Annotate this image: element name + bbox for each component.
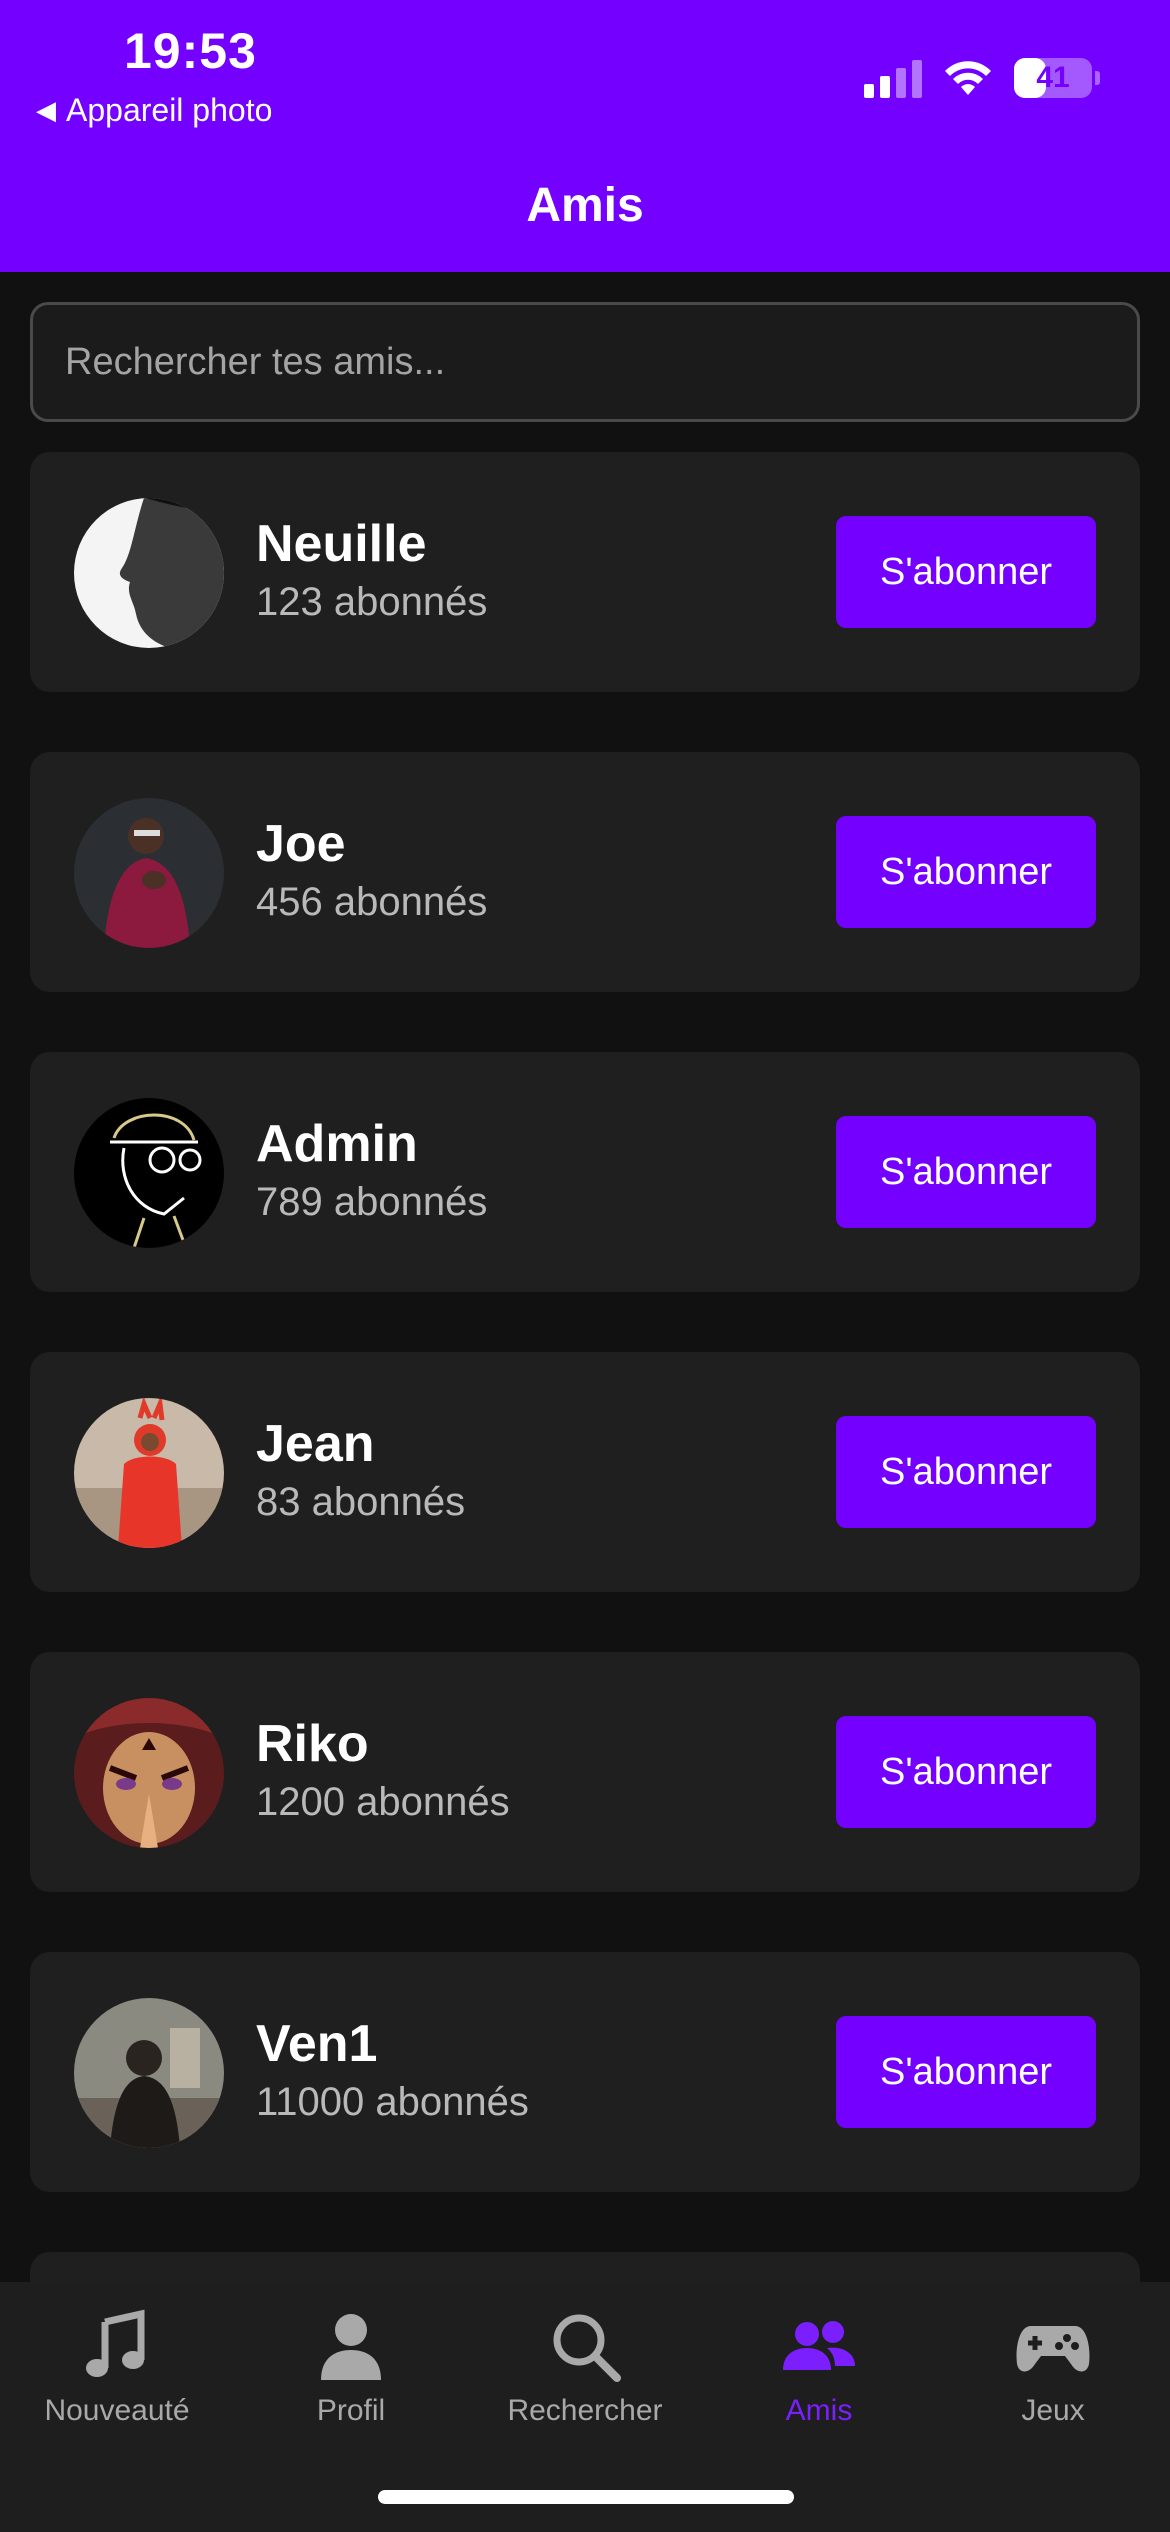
gamepad-icon xyxy=(1016,2326,1090,2372)
battery-icon: 41 xyxy=(1014,58,1100,98)
friend-card[interactable]: Joe 456 abonnés S'abonner xyxy=(30,752,1140,992)
friend-followers: 83 abonnés xyxy=(256,1480,466,1524)
follow-button[interactable]: S'abonner xyxy=(836,1116,1096,1228)
tab-label: Amis xyxy=(785,2394,853,2427)
person-icon xyxy=(321,2314,381,2380)
avatar xyxy=(74,1998,224,2148)
avatar xyxy=(74,798,224,948)
search-input[interactable] xyxy=(65,340,1137,384)
friend-card[interactable]: Riko 1200 abonnés S'abonner xyxy=(30,1652,1140,1892)
friend-card[interactable]: Jean 83 abonnés S'abonner xyxy=(30,1352,1140,1592)
avatar-image xyxy=(74,498,224,648)
avatar-image xyxy=(74,1398,224,1548)
tab-label: Jeux xyxy=(1021,2394,1085,2427)
wifi-icon xyxy=(945,61,991,95)
avatar xyxy=(74,1698,224,1848)
friend-name: Ven1 xyxy=(256,2015,378,2073)
tab-label: Nouveauté xyxy=(44,2394,190,2427)
follow-button[interactable]: S'abonner xyxy=(836,816,1096,928)
friend-card[interactable]: Neuille 123 abonnés S'abonner xyxy=(30,452,1140,692)
friend-list[interactable]: Neuille 123 abonnés S'abonner Joe 456 ab… xyxy=(30,452,1140,2282)
follow-button[interactable]: S'abonner xyxy=(836,1416,1096,1528)
cellular-signal-icon xyxy=(864,58,922,98)
back-triangle-icon: ◀ xyxy=(36,95,56,125)
search-bar[interactable] xyxy=(30,302,1140,422)
follow-button[interactable]: S'abonner xyxy=(836,2016,1096,2128)
back-link-label: Appareil photo xyxy=(66,92,273,128)
avatar-image xyxy=(74,1698,224,1848)
home-indicator[interactable] xyxy=(378,2490,794,2504)
friend-name: Neuille xyxy=(256,515,427,573)
avatar xyxy=(74,1398,224,1548)
friend-name: Admin xyxy=(256,1115,418,1173)
avatar-image xyxy=(74,1098,224,1248)
avatar-image xyxy=(74,1998,224,2148)
tab-amis[interactable]: Amis xyxy=(702,2298,936,2448)
friend-card[interactable]: Admin 789 abonnés S'abonner xyxy=(30,1052,1140,1292)
friend-name: Jean xyxy=(256,1415,375,1473)
search-icon xyxy=(553,2314,621,2382)
friends-icon xyxy=(783,2321,855,2370)
avatar-image xyxy=(74,798,224,948)
friend-followers: 11000 abonnés xyxy=(256,2080,529,2124)
back-to-camera-link[interactable]: ◀ Appareil photo xyxy=(36,92,272,129)
tab-nouveaute[interactable]: Nouveauté xyxy=(0,2298,234,2448)
header-bar: 19:53 ◀ Appareil photo 41 Amis xyxy=(0,0,1170,272)
avatar xyxy=(74,498,224,648)
music-note-icon xyxy=(86,2309,145,2377)
friend-card[interactable]: Ven1 11000 abonnés S'abonner xyxy=(30,1952,1140,2192)
status-time: 19:53 xyxy=(124,23,257,79)
status-icons: 41 xyxy=(864,56,1100,100)
friend-followers: 789 abonnés xyxy=(256,1180,488,1224)
follow-button[interactable]: S'abonner xyxy=(836,1716,1096,1828)
tab-rechercher[interactable]: Rechercher xyxy=(468,2298,702,2448)
friend-name: Riko xyxy=(256,1715,369,1773)
friend-followers: 456 abonnés xyxy=(256,880,488,924)
follow-button[interactable]: S'abonner xyxy=(836,516,1096,628)
battery-level: 41 xyxy=(1036,61,1070,94)
avatar xyxy=(74,1098,224,1248)
friend-name: Joe xyxy=(256,815,346,873)
battery-tip xyxy=(1095,71,1100,85)
tab-label: Rechercher xyxy=(507,2394,663,2427)
tab-jeux[interactable]: Jeux xyxy=(936,2298,1170,2448)
friend-card[interactable] xyxy=(30,2252,1140,2282)
friend-followers: 1200 abonnés xyxy=(256,1780,510,1824)
friends-screen: 19:53 ◀ Appareil photo 41 Amis Recherche… xyxy=(0,0,1170,2532)
tab-profil[interactable]: Profil xyxy=(234,2298,468,2448)
friend-followers: 123 abonnés xyxy=(256,580,488,624)
tab-label: Profil xyxy=(316,2394,386,2427)
page-title: Amis xyxy=(526,179,644,232)
